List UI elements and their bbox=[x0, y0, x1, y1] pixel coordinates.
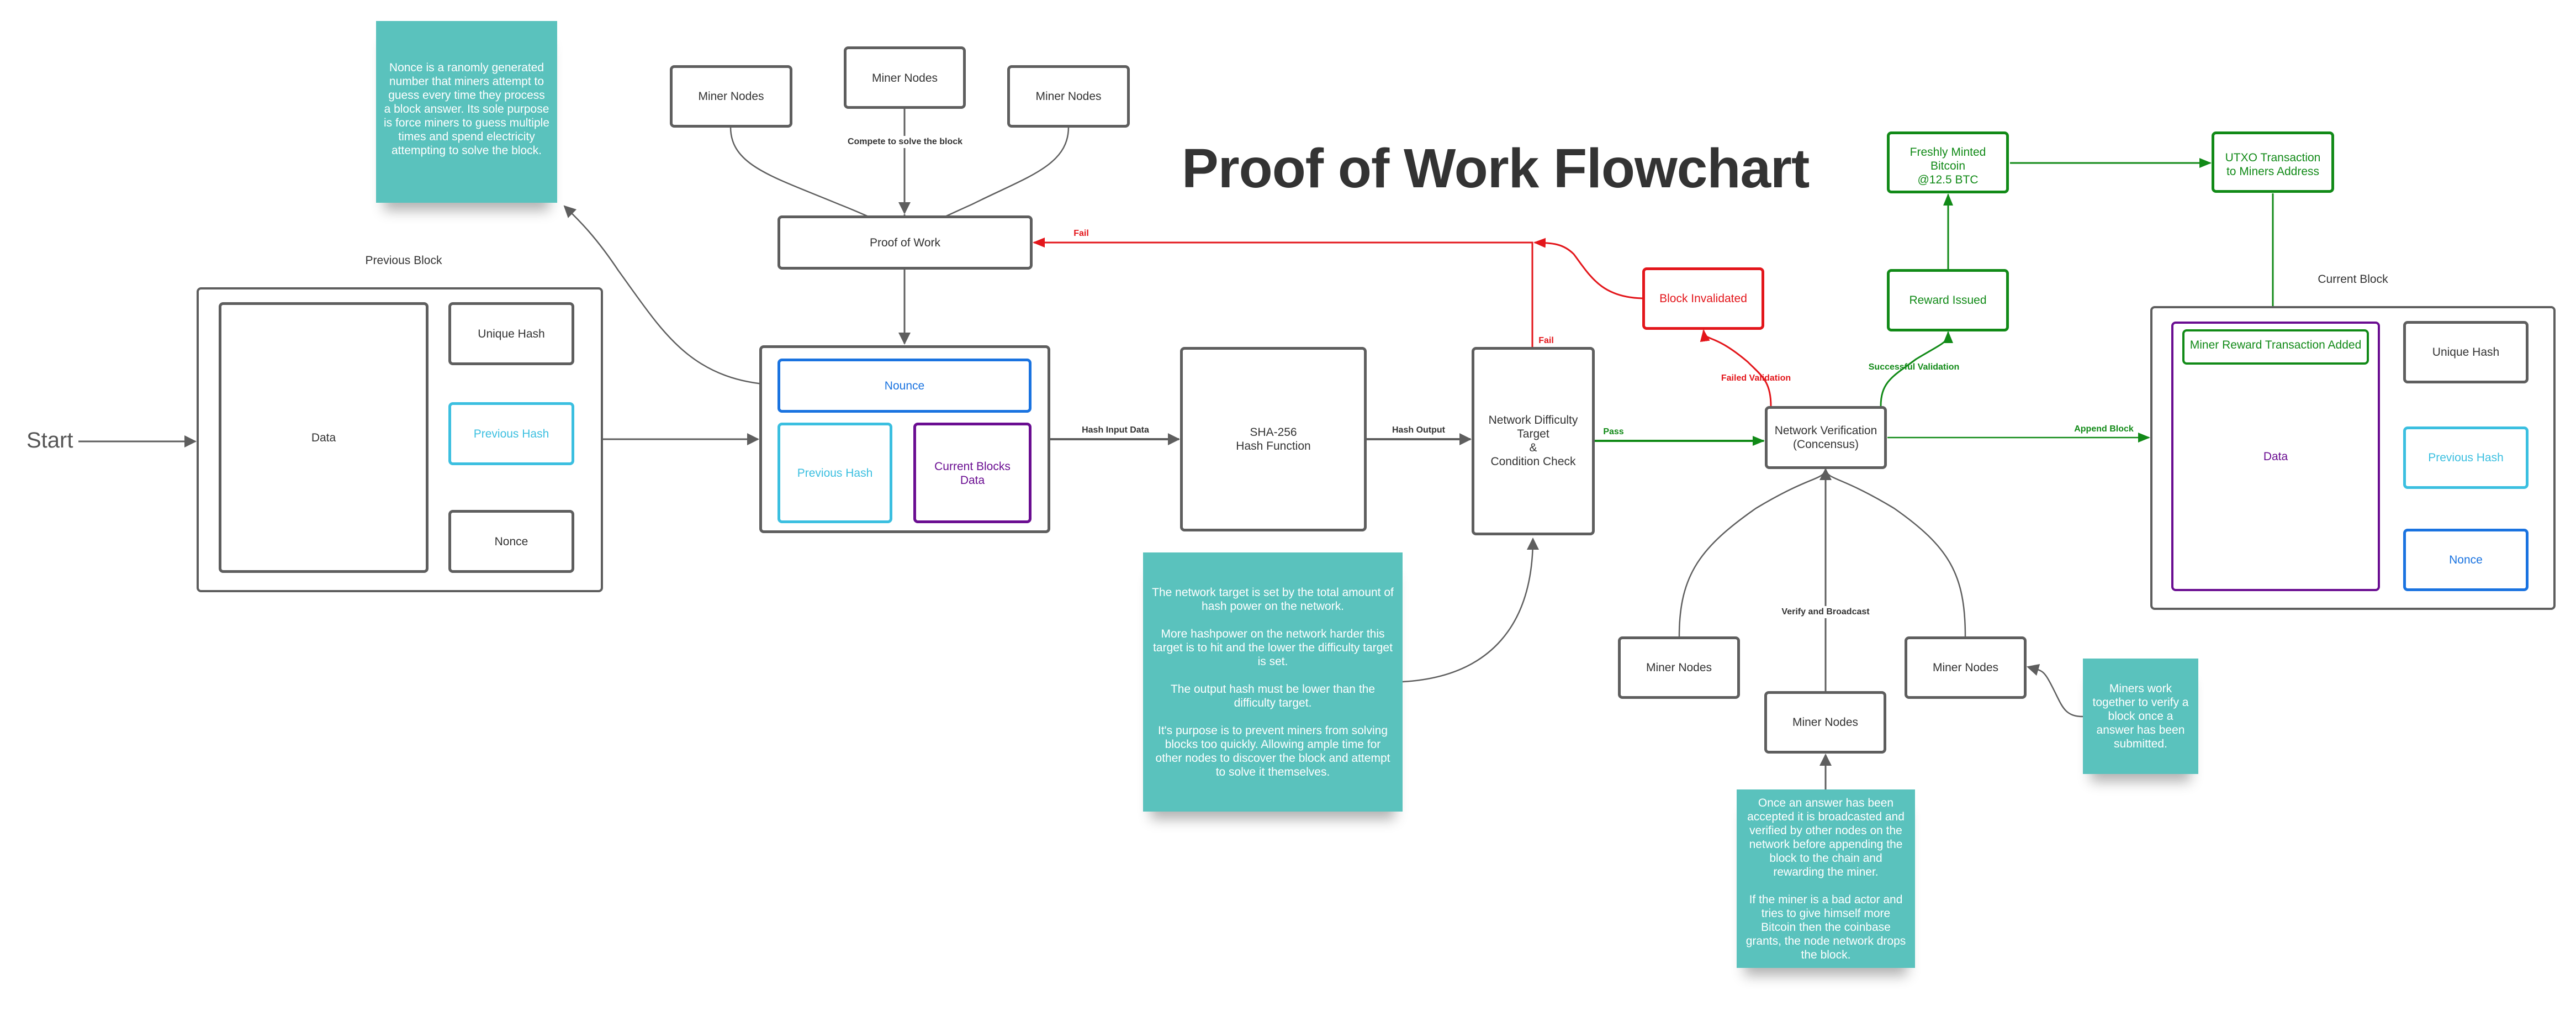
miner-reward-transaction-box[interactable]: Miner Reward Transaction Added bbox=[2182, 329, 2369, 365]
page-title: Proof of Work Flowchart bbox=[1182, 138, 1810, 199]
freshly-minted-box[interactable]: Freshly Minted Bitcoin @12.5 BTC bbox=[1887, 131, 2009, 193]
utxo-transaction-box[interactable]: UTXO Transaction to Miners Address bbox=[2212, 131, 2334, 193]
block-invalidated-box[interactable]: Block Invalidated bbox=[1642, 267, 1764, 330]
append-block-label: Append Block bbox=[2074, 424, 2134, 434]
verify-explainer-note: Miners work together to verify a block o… bbox=[2083, 659, 2198, 774]
previous-block-label: Previous Block bbox=[365, 254, 442, 267]
current-block-nonce[interactable]: Nonce bbox=[2403, 529, 2529, 591]
verify-note-connector bbox=[2027, 664, 2083, 718]
competing-miner-node-2[interactable]: Miner Nodes bbox=[844, 46, 966, 109]
previous-block-data[interactable]: Data bbox=[219, 302, 429, 573]
verify-broadcast-label: Verify and Broadcast bbox=[1779, 606, 1872, 618]
previous-block-unique-hash[interactable]: Unique Hash bbox=[448, 302, 574, 365]
current-block-unique-hash[interactable]: Unique Hash bbox=[2403, 321, 2529, 383]
competing-miner-node-1[interactable]: Miner Nodes bbox=[670, 65, 792, 128]
successful-validation-label: Successful Validation bbox=[1868, 362, 1960, 372]
verifying-miner-node-1[interactable]: Miner Nodes bbox=[1618, 636, 1740, 699]
failed-validation-label: Failed Validation bbox=[1721, 373, 1791, 383]
start-label: Start bbox=[27, 428, 73, 452]
network-verification-box[interactable]: Network Verification (Concensus) bbox=[1765, 406, 1887, 469]
fail-return-label: Fail bbox=[1073, 229, 1089, 238]
current-block-previous-hash[interactable]: Previous Hash bbox=[2403, 426, 2529, 489]
candidate-previous-hash[interactable]: Previous Hash bbox=[777, 423, 892, 523]
reward-issued-box[interactable]: Reward Issued bbox=[1887, 269, 2009, 331]
previous-block-previous-hash[interactable]: Previous Hash bbox=[448, 402, 574, 465]
nonce-explainer-note: Nonce is a ranomly generated number that… bbox=[376, 21, 557, 203]
verifying-miner-node-3[interactable]: Miner Nodes bbox=[1905, 636, 2027, 699]
hash-output-label: Hash Output bbox=[1392, 425, 1445, 435]
previous-block-nonce[interactable]: Nonce bbox=[448, 510, 574, 573]
compete-edge-label: Compete to solve the block bbox=[845, 136, 965, 148]
difficulty-check-box[interactable]: Network Difficulty Target & Condition Ch… bbox=[1472, 347, 1595, 535]
broadcast-explainer-note: Once an answer has been accepted it is b… bbox=[1737, 789, 1915, 968]
candidate-current-data[interactable]: Current Blocks Data bbox=[913, 423, 1032, 523]
verifying-miner-node-2[interactable]: Miner Nodes bbox=[1764, 691, 1886, 754]
fail-top-label: Fail bbox=[1538, 336, 1554, 345]
difficulty-explainer-note: The network target is set by the total a… bbox=[1143, 552, 1403, 812]
failed-validation-connector bbox=[1700, 329, 1772, 407]
candidate-nonce[interactable]: Nounce bbox=[777, 359, 1032, 413]
competing-miner-node-3[interactable]: Miner Nodes bbox=[1007, 65, 1130, 128]
invalidated-connector bbox=[1533, 238, 1643, 299]
hash-input-label: Hash Input Data bbox=[1082, 425, 1149, 435]
sha256-box[interactable]: SHA-256 Hash Function bbox=[1180, 347, 1367, 531]
fail-return-line bbox=[1033, 238, 1533, 347]
difficulty-note-connector bbox=[1402, 538, 1539, 683]
proof-of-work-box[interactable]: Proof of Work bbox=[777, 215, 1033, 270]
current-block-label: Current Block bbox=[2318, 273, 2388, 286]
pass-label: Pass bbox=[1603, 427, 1624, 436]
